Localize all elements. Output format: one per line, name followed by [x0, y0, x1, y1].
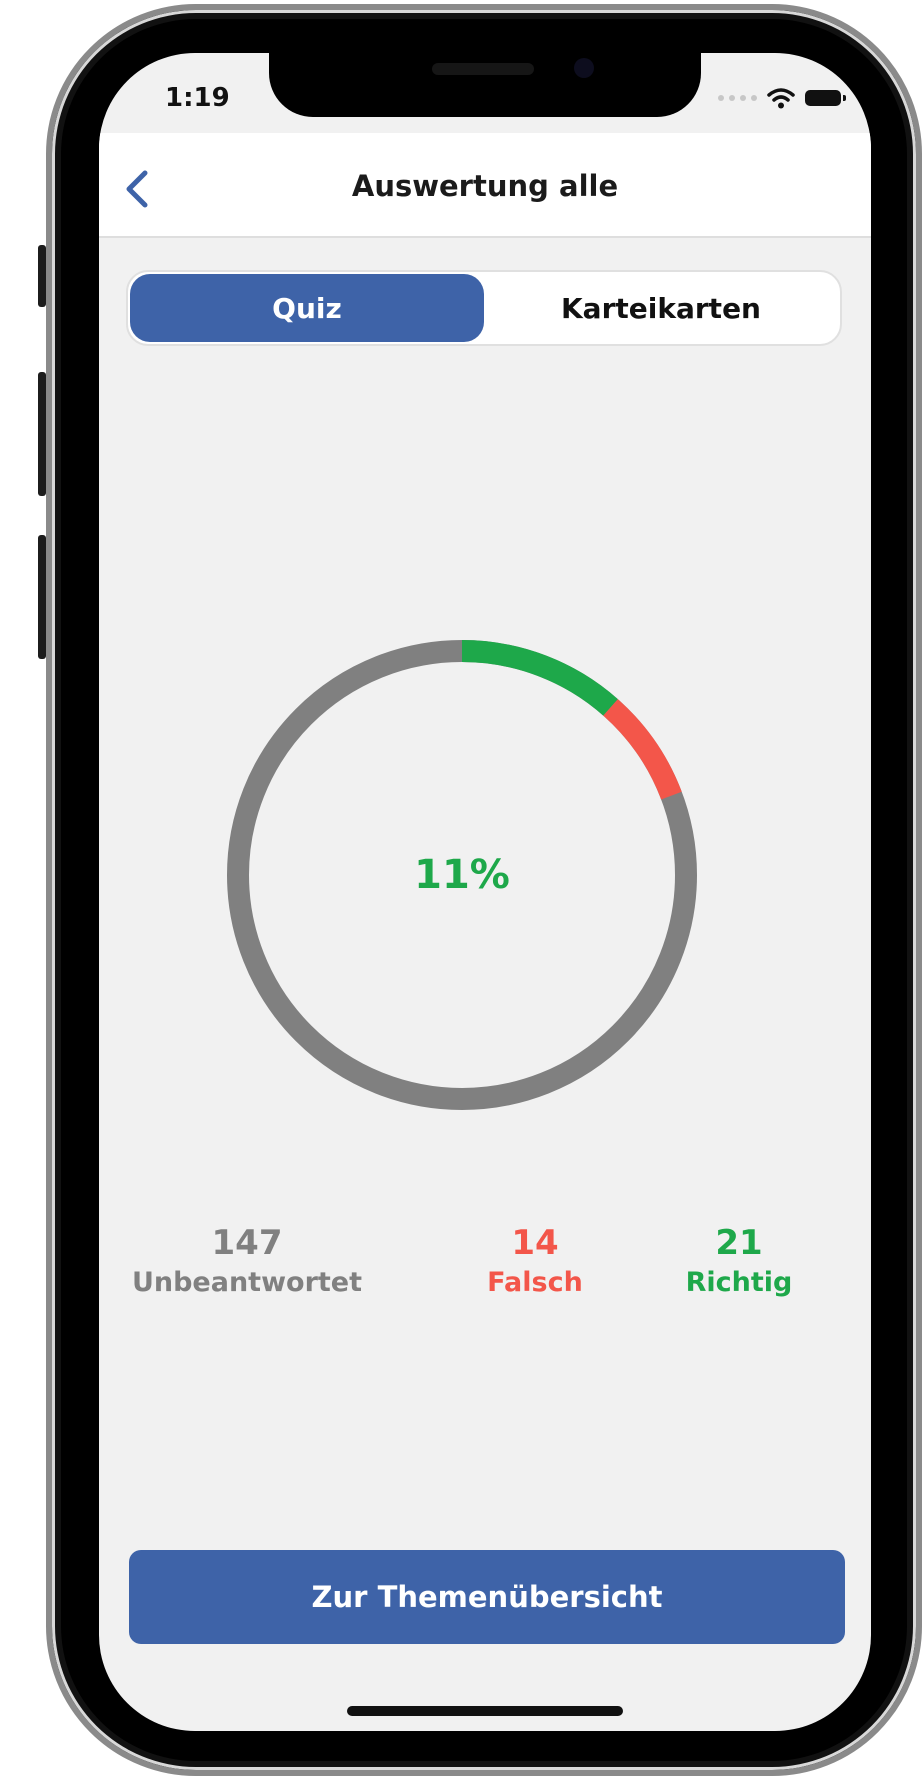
- front-camera: [574, 58, 594, 78]
- status-time: 1:19: [165, 83, 230, 113]
- correct-label: Richtig: [685, 1267, 793, 1298]
- home-indicator: [347, 1706, 623, 1716]
- segmented-control: Quiz Karteikarten: [126, 270, 842, 346]
- unanswered-label: Unbeantwortet: [131, 1267, 363, 1298]
- segment-karteikarten[interactable]: Karteikarten: [484, 274, 838, 342]
- silent-switch: [38, 245, 46, 307]
- app-screen: 1:19 Auswertung alle Quiz Karteikarten 1…: [99, 53, 871, 1731]
- unanswered-count: 147: [211, 1223, 283, 1263]
- segment-quiz[interactable]: Quiz: [130, 274, 484, 342]
- status-icons: [718, 87, 846, 109]
- page-title: Auswertung alle: [351, 169, 619, 203]
- speaker: [432, 63, 534, 75]
- navigation-bar: Auswertung alle: [99, 133, 871, 238]
- volume-down-button: [38, 535, 46, 659]
- wifi-icon: [767, 88, 795, 109]
- stat-unanswered: 147 Unbeantwortet: [127, 1221, 367, 1301]
- stat-correct: 21 Richtig: [619, 1221, 859, 1301]
- correct-count: 21: [715, 1223, 763, 1263]
- volume-up-button: [38, 372, 46, 496]
- percent-correct-label: 11%: [414, 852, 510, 898]
- notch: [269, 53, 701, 117]
- battery-icon: [805, 90, 846, 106]
- signal-icon: [718, 95, 757, 101]
- topic-overview-button[interactable]: Zur Themenübersicht: [129, 1550, 845, 1644]
